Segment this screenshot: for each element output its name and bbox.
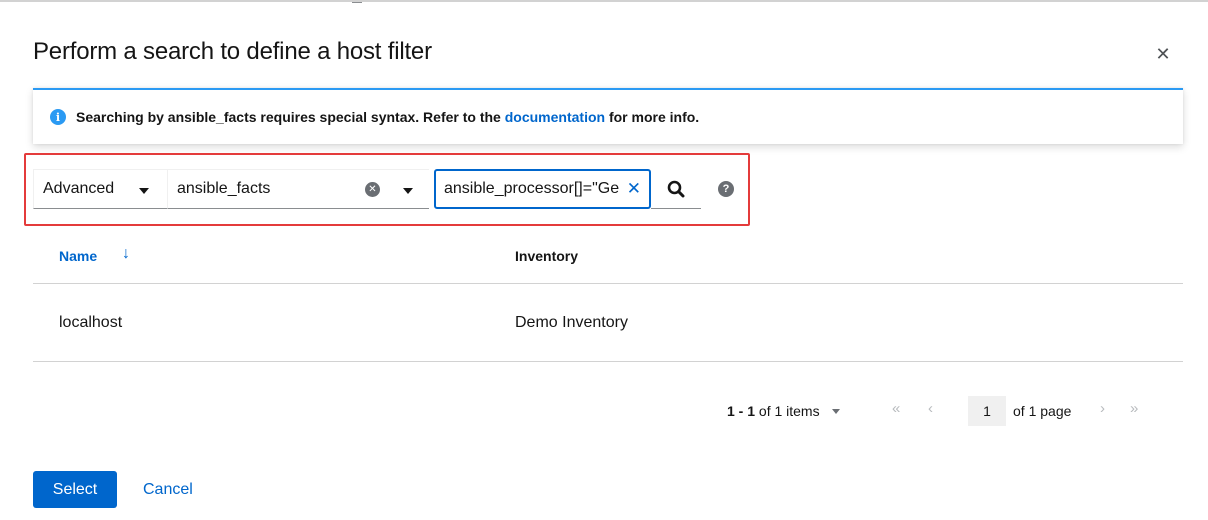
info-alert: i Searching by ansible_facts requires sp…: [33, 88, 1183, 144]
search-type-select[interactable]: Advanced: [33, 169, 167, 209]
help-icon[interactable]: ?: [718, 181, 734, 197]
select-button[interactable]: Select: [33, 471, 117, 508]
close-icon: ✕: [1155, 43, 1171, 64]
row-inventory: Demo Inventory: [515, 314, 628, 331]
alert-text-after: for more info.: [608, 109, 700, 125]
next-page-icon[interactable]: ›: [1100, 400, 1105, 417]
search-key-select[interactable]: ansible_facts ✕: [167, 169, 429, 209]
search-toolbar: Advanced ansible_facts ✕ ansible_process…: [33, 169, 734, 209]
documentation-link[interactable]: documentation: [505, 109, 605, 125]
table-row[interactable]: localhost Demo Inventory: [33, 284, 1183, 362]
sort-arrow-down-icon[interactable]: ↓: [122, 245, 130, 263]
modal-top-border: [0, 0, 1208, 3]
clear-input-icon[interactable]: ✕: [627, 179, 641, 199]
search-input[interactable]: ansible_processor[]="Ge ✕: [434, 169, 651, 209]
modal-title: Perform a search to define a host filter: [33, 38, 432, 65]
pagination-of-pages: of 1 page: [1013, 403, 1072, 419]
previous-page-icon[interactable]: ‹: [928, 400, 933, 417]
chevron-down-icon: [139, 188, 149, 194]
row-name: localhost: [59, 314, 123, 331]
pagination: 1 - 1 of 1 items « ‹ 1 of 1 page › »: [0, 396, 1208, 426]
search-key-value: ansible_facts: [177, 180, 271, 197]
host-filter-modal: Perform a search to define a host filter…: [0, 0, 1208, 520]
table-header: Name ↓ Inventory: [33, 226, 1183, 284]
search-icon: [667, 180, 685, 197]
info-icon: i: [50, 109, 66, 125]
search-button[interactable]: [651, 169, 701, 209]
alert-text-before: Searching by ansible_facts requires spec…: [76, 109, 501, 125]
pagination-of-items: of 1 items: [758, 403, 820, 419]
search-input-value: ansible_processor[]="Ge: [444, 180, 620, 197]
clear-key-icon[interactable]: ✕: [365, 182, 380, 197]
pagination-range: 1 - 1: [727, 403, 756, 419]
items-per-page-toggle[interactable]: 1 - 1 of 1 items: [727, 396, 840, 426]
last-page-icon[interactable]: »: [1130, 400, 1138, 417]
column-header-inventory: Inventory: [515, 248, 579, 264]
first-page-icon[interactable]: «: [892, 400, 900, 417]
cancel-button[interactable]: Cancel: [143, 471, 193, 508]
hosts-table: Name ↓ Inventory localhost Demo Inventor…: [33, 226, 1183, 362]
page-number-input[interactable]: 1: [968, 396, 1006, 426]
chevron-down-icon: [831, 408, 840, 414]
close-button[interactable]: ✕: [1150, 41, 1176, 67]
search-type-value: Advanced: [43, 180, 115, 197]
column-header-name[interactable]: Name: [59, 248, 97, 264]
chevron-down-icon: [403, 188, 413, 194]
